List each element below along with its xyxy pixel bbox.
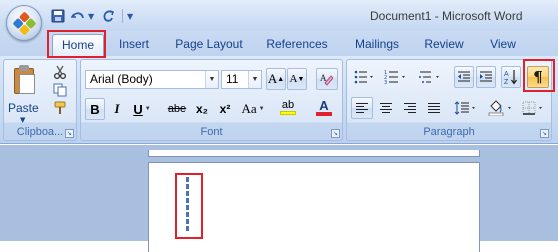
- change-case-label: Aa: [241, 101, 257, 116]
- svg-text:A: A: [504, 71, 509, 78]
- multilevel-list-icon: [419, 71, 439, 83]
- shrink-font-label: A: [289, 73, 298, 85]
- document-page[interactable]: [148, 162, 480, 252]
- grow-font-button[interactable]: A ▲: [266, 68, 286, 90]
- line-spacing-icon: [454, 101, 475, 115]
- change-case-dropdown-icon[interactable]: ▼: [259, 106, 265, 112]
- word-window: ▼ ▼ Document1 - Microsoft Word Home Inse…: [0, 0, 558, 252]
- tab-review[interactable]: Review: [422, 34, 466, 56]
- font-group: Arial (Body) ▼ 11 ▼ A ▲ A ▼ A B I U ▼ abe x…: [80, 59, 343, 141]
- grow-font-label: A: [267, 71, 278, 86]
- title-bar: ▼ ▼ Document1 - Microsoft Word: [0, 0, 558, 31]
- clear-formatting-icon: A: [320, 73, 334, 86]
- svg-text:Z: Z: [504, 79, 509, 85]
- paste-dropdown-icon[interactable]: ▼: [20, 116, 25, 124]
- shading-icon: [488, 100, 511, 116]
- strikethrough-button[interactable]: abe: [165, 98, 189, 120]
- shrink-font-arrow-icon: ▼: [297, 75, 305, 83]
- align-center-button[interactable]: [375, 97, 397, 119]
- justify-button[interactable]: [423, 97, 445, 119]
- highlight-color-bar: [280, 111, 296, 115]
- font-launcher-icon[interactable]: ↘: [331, 129, 340, 138]
- align-right-button[interactable]: [399, 97, 421, 119]
- numbering-icon: 123: [384, 70, 405, 84]
- font-size-dropdown-icon[interactable]: ▼: [248, 71, 261, 88]
- paste-icon[interactable]: [12, 64, 38, 96]
- text-highlight-button[interactable]: ab: [273, 96, 303, 118]
- underline-dropdown-icon[interactable]: ▼: [145, 106, 151, 112]
- line-spacing-button[interactable]: [451, 97, 481, 119]
- ribbon: Paste ▼ Clipboa... ↘ Arial (Body) ▼ 11 ▼: [0, 56, 558, 144]
- clear-formatting-button[interactable]: A: [316, 68, 338, 90]
- bullets-button[interactable]: [351, 66, 379, 88]
- font-name-combo[interactable]: Arial (Body) ▼: [85, 70, 219, 89]
- paste-button[interactable]: Paste: [8, 101, 39, 115]
- font-color-button[interactable]: A: [309, 96, 339, 118]
- window-title: Document1 - Microsoft Word: [370, 9, 523, 23]
- font-color-bar: [316, 111, 332, 116]
- grow-font-arrow-icon: ▲: [277, 75, 285, 83]
- increase-indent-button[interactable]: [476, 66, 496, 88]
- decrease-indent-button[interactable]: [454, 66, 474, 88]
- increase-indent-icon: [480, 71, 492, 82]
- decrease-indent-icon: [458, 71, 470, 82]
- paragraph-group: 123 AZ ¶ Paragraph ↘: [346, 59, 552, 141]
- align-left-icon: [356, 103, 368, 113]
- tab-home[interactable]: Home: [52, 34, 104, 56]
- font-size-value: 11: [226, 72, 239, 86]
- highlight-label: ab: [281, 99, 295, 111]
- italic-button[interactable]: I: [108, 98, 126, 120]
- cut-icon[interactable]: [52, 64, 68, 80]
- numbering-button[interactable]: 123: [381, 66, 411, 88]
- pilcrow-icon: ¶: [533, 68, 543, 86]
- borders-button[interactable]: [519, 97, 549, 119]
- change-case-button[interactable]: Aa ▼: [239, 98, 267, 120]
- align-left-button[interactable]: [351, 97, 373, 119]
- formatting-marks: [185, 177, 189, 239]
- bold-button[interactable]: B: [85, 98, 105, 120]
- tab-view[interactable]: View: [484, 34, 522, 56]
- copy-icon[interactable]: [52, 82, 68, 98]
- tab-references[interactable]: References: [262, 34, 332, 56]
- ribbon-tabs: Home Insert Page Layout References Maili…: [0, 31, 558, 56]
- show-hide-paragraph-button[interactable]: ¶: [527, 66, 549, 88]
- underline-button[interactable]: U ▼: [129, 98, 155, 120]
- font-group-label: Font: [200, 126, 223, 138]
- shrink-font-button[interactable]: A ▼: [287, 68, 307, 90]
- office-button[interactable]: [6, 5, 42, 41]
- sort-button[interactable]: AZ: [501, 66, 521, 88]
- bullets-icon: [354, 70, 373, 84]
- font-size-combo[interactable]: 11 ▼: [221, 70, 262, 89]
- sort-icon: AZ: [504, 70, 517, 85]
- borders-icon: [522, 101, 542, 115]
- previous-page-bottom: [148, 150, 480, 157]
- align-right-icon: [404, 103, 416, 113]
- format-painter-icon[interactable]: [52, 100, 68, 116]
- tab-mailings[interactable]: Mailings: [349, 34, 405, 56]
- subscript-button[interactable]: x₂: [192, 98, 212, 120]
- align-center-icon: [380, 103, 392, 113]
- clipboard-group: Paste ▼ Clipboa... ↘: [3, 59, 77, 141]
- font-name-dropdown-icon[interactable]: ▼: [205, 71, 218, 88]
- svg-text:3: 3: [384, 80, 387, 84]
- office-logo-icon: [12, 11, 37, 36]
- superscript-button[interactable]: x²: [215, 98, 235, 120]
- document-area: [0, 145, 558, 252]
- font-name-value: Arial (Body): [90, 72, 153, 86]
- underline-label: U: [133, 101, 143, 117]
- font-color-label: A: [319, 97, 329, 113]
- multilevel-list-button[interactable]: [415, 66, 447, 88]
- justify-icon: [428, 103, 440, 113]
- shading-button[interactable]: [485, 97, 517, 119]
- tab-insert[interactable]: Insert: [112, 34, 156, 56]
- clipboard-launcher-icon[interactable]: ↘: [65, 129, 74, 138]
- paragraph-group-label: Paragraph: [423, 126, 475, 138]
- tab-page-layout[interactable]: Page Layout: [173, 34, 245, 56]
- paragraph-launcher-icon[interactable]: ↘: [540, 129, 549, 138]
